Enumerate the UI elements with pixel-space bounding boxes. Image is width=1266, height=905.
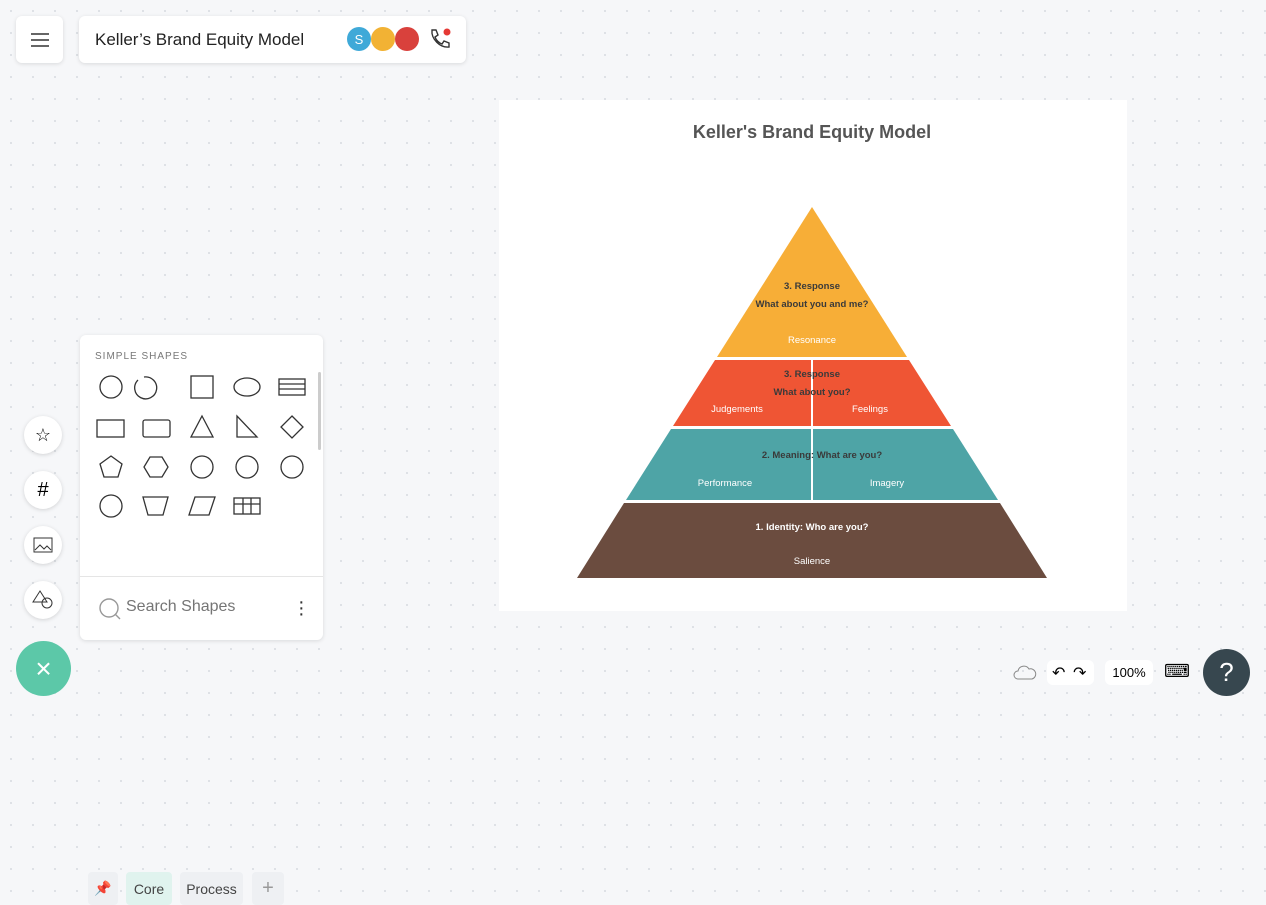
avatar[interactable] xyxy=(371,27,395,51)
undo-icon[interactable]: ↶ xyxy=(1052,663,1065,683)
document-title[interactable]: Keller’s Brand Equity Model xyxy=(95,30,304,50)
hamburger-icon xyxy=(30,32,49,47)
image-button[interactable] xyxy=(24,526,62,564)
help-button[interactable]: ? xyxy=(1203,649,1250,696)
cloud-saved-icon xyxy=(1013,665,1037,680)
canvas-page[interactable]: Keller's Brand Equity Model 3. Response … xyxy=(499,100,1127,611)
level-heading: 1. Identity: Who are you? xyxy=(756,522,869,533)
level-label: Imagery xyxy=(870,478,905,489)
scrollbar[interactable] xyxy=(318,372,321,450)
level-question: What about you? xyxy=(773,387,850,398)
undo-redo: ↶ ↷ xyxy=(1047,660,1094,685)
zoom-level[interactable]: 100% xyxy=(1105,660,1153,685)
pin-icon: 📌 xyxy=(94,880,112,896)
redo-icon[interactable]: ↷ xyxy=(1073,663,1086,683)
title-bar: Keller’s Brand Equity Model S xyxy=(79,16,466,63)
favorites-button[interactable]: ☆ xyxy=(24,416,62,454)
level-heading: 3. Response xyxy=(784,369,840,380)
image-icon xyxy=(33,537,53,553)
tab-core[interactable]: Core xyxy=(126,872,172,905)
level-heading: 3. Response xyxy=(784,281,840,292)
level-label: Feelings xyxy=(852,404,888,415)
pyramid-diagram: Keller's Brand Equity Model 3. Response … xyxy=(577,122,1047,578)
search-shapes-input[interactable] xyxy=(124,597,268,617)
plus-icon: + xyxy=(262,877,274,899)
level-label: Judgements xyxy=(711,404,763,415)
section-label: SIMPLE SHAPES xyxy=(95,351,189,362)
avatar[interactable] xyxy=(395,27,419,51)
shapes-icon xyxy=(32,590,53,609)
shape-grid[interactable] xyxy=(80,365,320,525)
level-heading: 2. Meaning: What are you? xyxy=(762,450,883,461)
star-icon: ☆ xyxy=(34,424,52,445)
diagram-title: Keller's Brand Equity Model xyxy=(693,122,931,142)
search-icon xyxy=(99,598,121,620)
avatar[interactable]: S xyxy=(347,27,371,51)
level-question: What about you and me? xyxy=(756,299,869,310)
menu-button[interactable] xyxy=(16,16,63,63)
shapes-button[interactable] xyxy=(24,581,62,619)
phone-icon[interactable] xyxy=(427,26,453,52)
more-options-icon[interactable]: · · · xyxy=(298,592,305,624)
tab-process[interactable]: Process xyxy=(180,872,243,905)
add-tab-button[interactable]: + xyxy=(252,872,284,905)
shapes-panel: SIMPLE SHAPES 📌 Core Process + ··· xyxy=(80,335,323,905)
pin-tab[interactable]: 📌 xyxy=(88,872,118,905)
frame-button[interactable]: # xyxy=(24,471,62,509)
frame-icon: # xyxy=(37,478,49,501)
level-label: Resonance xyxy=(788,335,836,346)
close-fab[interactable]: × xyxy=(16,641,71,696)
close-icon: × xyxy=(35,652,52,684)
level-label: Salience xyxy=(794,556,830,567)
level-label: Performance xyxy=(698,478,752,489)
keyboard-icon[interactable]: ⌨ xyxy=(1164,661,1190,682)
